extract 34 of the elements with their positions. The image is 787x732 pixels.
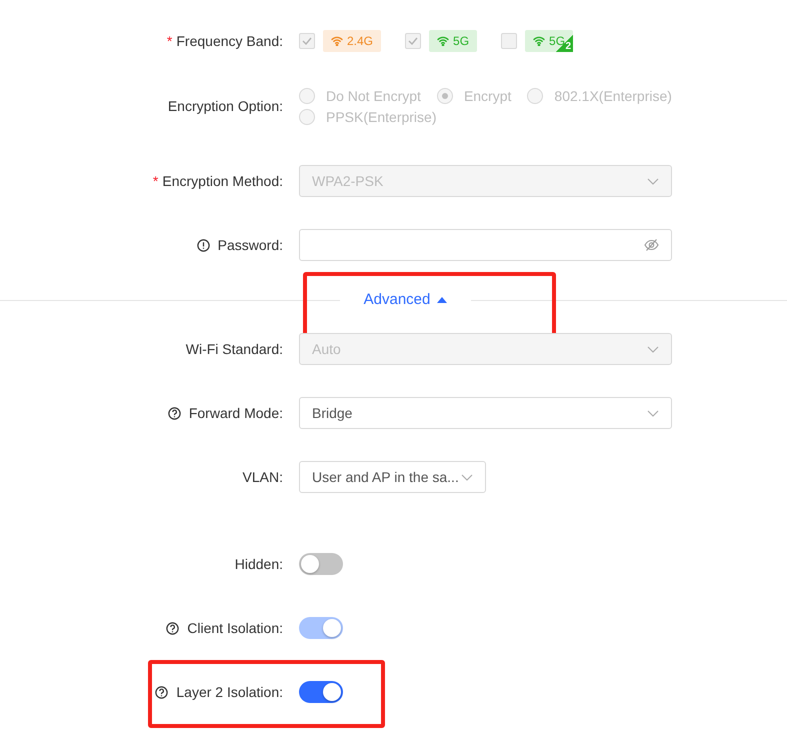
help-icon [166,622,180,634]
field-label: VLAN: [242,469,283,485]
toggle-switch[interactable] [299,681,343,703]
check-icon [408,37,418,45]
band-tag: 2.4G [323,30,382,52]
password-field[interactable] [299,229,672,261]
field-label: Hidden: [234,556,283,572]
wifi-icon [331,36,343,46]
field-label: Wi-Fi Standard: [186,341,283,357]
chevron-down-icon [461,474,473,480]
help-icon [168,406,181,420]
field-label: Frequency Band: [176,33,283,49]
field-label: Encryption Method: [162,173,283,189]
toggle-switch[interactable] [299,553,343,575]
field-label: Encryption Option: [168,98,283,114]
caret-up-icon [437,296,448,302]
required-mark: * [166,33,172,49]
field-label: Forward Mode: [188,405,283,421]
help-icon [155,686,168,698]
required-mark: * [152,173,158,189]
band-tag: 5G [429,30,478,52]
check-icon [302,37,312,45]
select-field[interactable]: User and AP in the sa... [299,461,486,493]
field-label: Layer 2 Isolation: [176,684,283,700]
chevron-down-icon [647,410,659,416]
chevron-down-icon [647,178,659,184]
chevron-down-icon [647,346,659,352]
field-label: Client Isolation: [187,620,283,636]
wifi-icon [437,36,450,46]
select-field[interactable]: Bridge [299,397,672,429]
wifi-icon [533,36,546,46]
eye-slash-icon [644,239,659,251]
info-icon [196,238,210,252]
field-label: Password: [218,237,283,253]
